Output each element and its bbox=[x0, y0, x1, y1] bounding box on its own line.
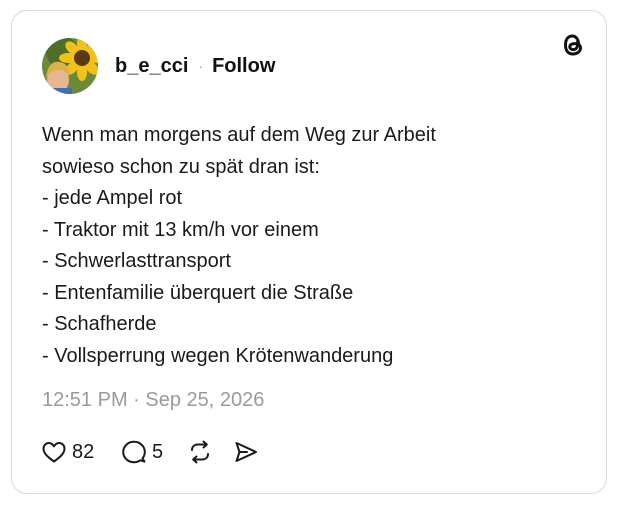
post-text-line: - Vollsperrung wegen Krötenwanderung bbox=[42, 344, 394, 367]
post-text-line: Wenn man morgens auf dem Weg zur Arbeit bbox=[42, 124, 436, 146]
comment-bubble-icon bbox=[122, 440, 146, 464]
heart-icon bbox=[42, 442, 66, 463]
post-text-line: - jede Ampel rot bbox=[42, 187, 183, 209]
send-icon bbox=[235, 442, 257, 462]
reply-button[interactable]: 5 bbox=[121, 439, 187, 465]
post-card: b_e_cci · Follow Wenn man morgens auf de… bbox=[11, 10, 607, 494]
avatar[interactable] bbox=[42, 38, 98, 94]
post-text-line: - Schwerlasttransport bbox=[42, 250, 231, 272]
username[interactable]: b_e_cci bbox=[115, 55, 188, 78]
follow-button[interactable]: Follow bbox=[212, 55, 275, 78]
post-text-line: - Traktor mit 13 km/h vor einem bbox=[42, 218, 319, 241]
like-count: 82 bbox=[72, 440, 95, 463]
post-text-line: - Entenfamilie überquert die Straße bbox=[42, 281, 354, 304]
separator-dot: · bbox=[198, 58, 204, 74]
repost-icon bbox=[191, 440, 209, 464]
threads-logo-icon[interactable] bbox=[560, 31, 586, 59]
post-text: Wenn man morgens auf dem Weg zur Arbeit … bbox=[42, 120, 582, 372]
like-button[interactable]: 82 bbox=[41, 440, 121, 464]
reply-count: 5 bbox=[152, 440, 164, 463]
post-header: b_e_cci · Follow bbox=[42, 38, 275, 94]
post-text-line: sowieso schon zu spät dran ist: bbox=[42, 155, 320, 178]
action-bar: 82 5 bbox=[41, 437, 259, 467]
repost-button[interactable] bbox=[187, 439, 233, 465]
avatar-image bbox=[42, 38, 98, 94]
post-timestamp[interactable]: 12:51 PM · Sep 25, 2026 bbox=[42, 389, 264, 412]
share-button[interactable] bbox=[233, 439, 259, 465]
post-text-line: - Schafherde bbox=[42, 313, 157, 335]
